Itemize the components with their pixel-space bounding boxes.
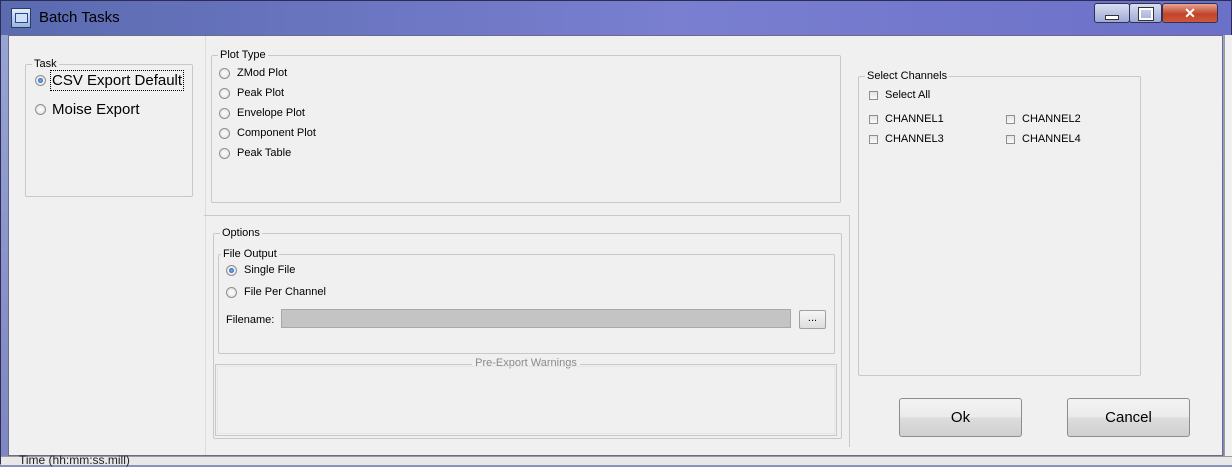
title-bar[interactable]: Batch Tasks ✕ <box>1 1 1231 35</box>
window-title: Batch Tasks <box>39 9 120 26</box>
task-panel: Task CSV Export Default Moise Export <box>9 36 204 455</box>
browse-button[interactable]: ... <box>799 310 826 329</box>
checkbox-icon <box>1006 114 1015 124</box>
file-output-group: File Output <box>218 248 835 354</box>
channel-label: CHANNEL2 <box>1022 113 1081 125</box>
app-icon <box>11 8 31 28</box>
file-output-label: File Per Channel <box>244 286 326 298</box>
filename-label: Filename: <box>226 314 275 326</box>
file-output-single-file[interactable]: Single File <box>226 264 295 276</box>
batch-tasks-window: Batch Tasks ✕ Task CSV Export Default Mo… <box>0 0 1232 467</box>
background-status-text: Time (hh:mm:ss.mill) <box>19 453 130 467</box>
channel-label: CHANNEL1 <box>885 113 944 125</box>
plot-type-label: Peak Table <box>237 147 292 159</box>
file-output-file-per-channel[interactable]: File Per Channel <box>226 286 326 298</box>
plot-type-label: Peak Plot <box>237 87 285 99</box>
pre-export-warnings-title: Pre-Export Warnings <box>472 357 580 369</box>
file-output-legend: File Output <box>223 248 277 260</box>
radio-icon <box>35 104 46 115</box>
plot-type-legend: Plot Type <box>220 49 266 61</box>
close-button[interactable]: ✕ <box>1162 3 1218 23</box>
pre-export-warnings-box: Pre-Export Warnings <box>215 357 837 436</box>
plot-type-peak-table[interactable]: Peak Table <box>219 147 291 159</box>
checkbox-icon <box>869 134 878 144</box>
minimize-icon <box>1105 15 1119 20</box>
channel-checkbox-channel2[interactable]: CHANNEL2 <box>1006 113 1081 125</box>
plot-type-label: Envelope Plot <box>237 107 305 119</box>
select-channels-legend: Select Channels <box>867 70 948 82</box>
channel-checkbox-channel3[interactable]: CHANNEL3 <box>869 133 944 145</box>
radio-icon <box>35 75 46 86</box>
select-all-checkbox[interactable]: Select All <box>869 89 930 101</box>
maximize-icon <box>1137 7 1154 21</box>
minimize-button[interactable] <box>1094 3 1130 23</box>
radio-icon <box>219 67 230 79</box>
task-option-label: CSV Export Default <box>49 70 185 91</box>
file-output-label: Single File <box>244 264 296 276</box>
plot-type-envelope-plot[interactable]: Envelope Plot <box>219 107 305 119</box>
select-all-label: Select All <box>885 89 931 101</box>
close-icon: ✕ <box>1184 5 1196 21</box>
checkbox-icon <box>869 114 878 124</box>
channel-label: CHANNEL3 <box>885 133 944 145</box>
channel-checkbox-channel4[interactable]: CHANNEL4 <box>1006 133 1081 145</box>
task-option-label: Moise Export <box>52 101 140 118</box>
plot-type-label: Component Plot <box>237 127 316 139</box>
dialog-client-area: Task CSV Export Default Moise Export Plo… <box>8 35 1223 456</box>
radio-icon <box>219 107 230 119</box>
task-option-csv-export-default[interactable]: CSV Export Default <box>35 70 185 91</box>
task-legend: Task <box>34 58 57 70</box>
radio-icon <box>219 147 230 159</box>
maximize-button[interactable] <box>1129 3 1162 23</box>
plot-type-component-plot[interactable]: Component Plot <box>219 127 316 139</box>
plot-type-group: Plot Type <box>211 49 841 203</box>
plot-type-zmod-plot[interactable]: ZMod Plot <box>219 67 287 79</box>
checkbox-icon <box>869 90 878 100</box>
task-option-moise-export[interactable]: Moise Export <box>35 101 140 118</box>
radio-icon <box>219 127 230 139</box>
radio-icon <box>226 286 237 298</box>
radio-icon <box>226 264 237 276</box>
channel-label: CHANNEL4 <box>1022 133 1081 145</box>
options-legend: Options <box>222 227 260 239</box>
plot-type-label: ZMod Plot <box>237 67 288 79</box>
pre-export-warnings-title-row: Pre-Export Warnings <box>216 357 836 369</box>
checkbox-icon <box>1006 134 1015 144</box>
plot-type-peak-plot[interactable]: Peak Plot <box>219 87 284 99</box>
radio-icon <box>219 87 230 99</box>
filename-input[interactable] <box>281 309 791 328</box>
background-window-edge <box>1224 35 1232 456</box>
channel-checkbox-channel1[interactable]: CHANNEL1 <box>869 113 944 125</box>
cancel-button[interactable]: Cancel <box>1067 398 1190 437</box>
ok-button[interactable]: Ok <box>899 398 1022 437</box>
